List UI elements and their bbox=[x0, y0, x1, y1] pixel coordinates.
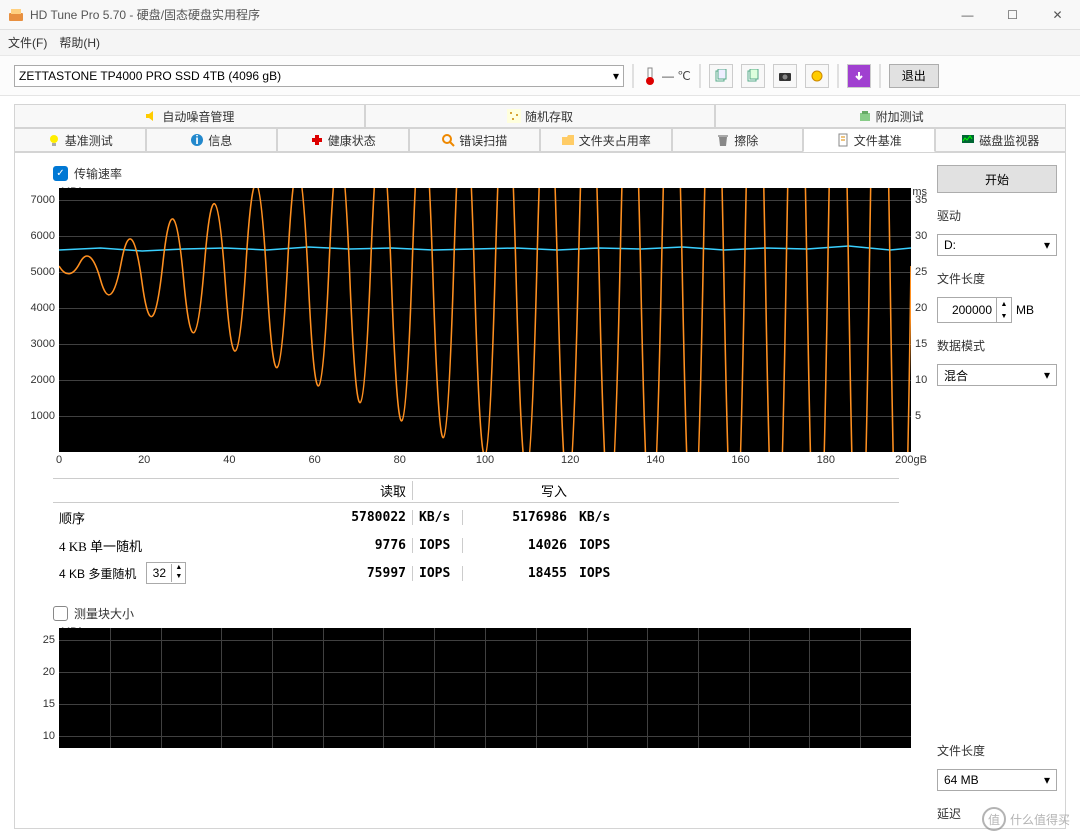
tab-erase[interactable]: 擦除 bbox=[672, 128, 804, 152]
filelen-spinner[interactable]: ▲▼ bbox=[937, 297, 1012, 323]
chevron-down-icon: ▾ bbox=[1044, 368, 1050, 382]
spin-down-icon[interactable]: ▼ bbox=[171, 573, 185, 582]
delay-label: 延迟 bbox=[937, 805, 1057, 822]
spin-down-icon[interactable]: ▼ bbox=[997, 310, 1011, 322]
info-icon: i bbox=[190, 133, 204, 147]
options-button[interactable] bbox=[805, 64, 829, 88]
temperature-display: — ℃ bbox=[642, 66, 691, 86]
window-title: HD Tune Pro 5.70 - 硬盘/固态硬盘实用程序 bbox=[30, 6, 945, 23]
monitor-icon bbox=[961, 133, 975, 147]
drive-label: 驱动 bbox=[937, 207, 1057, 224]
tab-file-benchmark[interactable]: 文件基准 bbox=[803, 128, 935, 152]
close-button[interactable]: ✕ bbox=[1035, 0, 1080, 29]
folder-icon bbox=[561, 133, 575, 147]
transfer-rate-checkbox[interactable]: ✓ bbox=[53, 166, 68, 181]
trash-icon bbox=[716, 133, 730, 147]
tab-extra[interactable]: 附加测试 bbox=[715, 104, 1066, 128]
datamode-label: 数据模式 bbox=[937, 337, 1057, 354]
thermometer-icon bbox=[642, 66, 658, 86]
filelen2-select[interactable]: 64 MB▾ bbox=[937, 769, 1057, 791]
health-icon bbox=[310, 133, 324, 147]
tab-info[interactable]: i信息 bbox=[146, 128, 278, 152]
chart-transfer-rate: MB/s ms 7000 6000 5000 4000 3000 2000 10… bbox=[23, 188, 929, 470]
start-button[interactable]: 开始 bbox=[937, 165, 1057, 193]
row-sequential: 顺序 5780022 KB/s 5176986 KB/s bbox=[53, 503, 899, 531]
tabs-top: 自动噪音管理 随机存取 附加测试 bbox=[14, 104, 1066, 128]
tab-noise[interactable]: 自动噪音管理 bbox=[14, 104, 365, 128]
spin-up-icon[interactable]: ▲ bbox=[997, 298, 1011, 310]
copy-info-button[interactable] bbox=[741, 64, 765, 88]
tab-random[interactable]: 随机存取 bbox=[365, 104, 716, 128]
tab-benchmark[interactable]: 基准测试 bbox=[14, 128, 146, 152]
search-icon bbox=[441, 133, 455, 147]
app-icon bbox=[8, 7, 24, 23]
datamode-select[interactable]: 混合▾ bbox=[937, 364, 1057, 386]
screenshot-button[interactable] bbox=[773, 64, 797, 88]
tab-folder[interactable]: 文件夹占用率 bbox=[540, 128, 672, 152]
drive-select[interactable]: ZETTASTONE TP4000 PRO SSD 4TB (4096 gB) … bbox=[14, 65, 624, 87]
speaker-icon bbox=[144, 109, 158, 123]
menu-file[interactable]: 文件(F) bbox=[8, 34, 47, 51]
temperature-value: — ℃ bbox=[662, 69, 691, 83]
block-size-checkbox[interactable] bbox=[53, 606, 68, 621]
chevron-down-icon: ▾ bbox=[613, 69, 619, 83]
minimize-button[interactable]: — bbox=[945, 0, 990, 29]
results-table: 读取 写入 顺序 5780022 KB/s 5176986 KB/s 4 KB … bbox=[53, 478, 899, 587]
file-icon bbox=[836, 133, 850, 147]
transfer-rate-checkbox-row: ✓ 传输速率 bbox=[53, 165, 929, 182]
col-read: 读取 bbox=[303, 481, 413, 500]
chart-lines bbox=[59, 188, 911, 452]
block-size-checkbox-row: 测量块大小 bbox=[53, 605, 929, 622]
transfer-rate-label: 传输速率 bbox=[74, 165, 122, 182]
tab-health[interactable]: 健康状态 bbox=[277, 128, 409, 152]
menu-help[interactable]: 帮助(H) bbox=[59, 34, 100, 51]
row-4k-single: 4 KB 单一随机 9776 IOPS 14026 IOPS bbox=[53, 531, 899, 559]
bulb-icon bbox=[47, 133, 61, 147]
tab-error[interactable]: 错误扫描 bbox=[409, 128, 541, 152]
block-size-label: 测量块大小 bbox=[74, 605, 134, 622]
row-4k-multi: 4 KB 多重随机 ▲▼ 75997 IOPS 18455 IOPS bbox=[53, 559, 899, 587]
save-button[interactable] bbox=[847, 64, 871, 88]
filelen-label: 文件长度 bbox=[937, 270, 1057, 287]
tabs-bottom: 基准测试 i信息 健康状态 错误扫描 文件夹占用率 擦除 文件基准 磁盘监视器 bbox=[14, 128, 1066, 152]
chart-block-size: MB/s read write 25 20 15 10 bbox=[23, 628, 929, 748]
exit-button[interactable]: 退出 bbox=[889, 64, 939, 88]
drive-letter-select[interactable]: D:▾ bbox=[937, 234, 1057, 256]
copy-text-button[interactable] bbox=[709, 64, 733, 88]
drive-select-value: ZETTASTONE TP4000 PRO SSD 4TB (4096 gB) bbox=[19, 69, 281, 83]
content-area: 自动噪音管理 随机存取 附加测试 基准测试 i信息 健康状态 错误扫描 文件夹占… bbox=[0, 96, 1080, 839]
col-write: 写入 bbox=[463, 481, 573, 500]
spin-up-icon[interactable]: ▲ bbox=[171, 564, 185, 573]
maximize-button[interactable]: ☐ bbox=[990, 0, 1035, 29]
toolbar: ZETTASTONE TP4000 PRO SSD 4TB (4096 gB) … bbox=[0, 56, 1080, 96]
svg-text:i: i bbox=[196, 133, 199, 147]
chevron-down-icon: ▾ bbox=[1044, 238, 1050, 252]
extra-icon bbox=[858, 109, 872, 123]
filelen-unit: MB bbox=[1016, 303, 1034, 317]
sidebar: 开始 驱动 D:▾ 文件长度 ▲▼ MB 数据模式 混合▾ 文件长度 64 MB… bbox=[937, 165, 1057, 822]
random-icon bbox=[507, 109, 521, 123]
tab-monitor[interactable]: 磁盘监视器 bbox=[935, 128, 1067, 152]
queue-depth-spinner[interactable]: ▲▼ bbox=[146, 562, 186, 584]
filelen2-label: 文件长度 bbox=[937, 742, 1057, 759]
main-panel: ✓ 传输速率 MB/s ms 7000 6000 5000 4000 3000 … bbox=[14, 152, 1066, 829]
chevron-down-icon: ▾ bbox=[1044, 773, 1050, 787]
menubar: 文件(F) 帮助(H) bbox=[0, 30, 1080, 56]
titlebar: HD Tune Pro 5.70 - 硬盘/固态硬盘实用程序 — ☐ ✕ bbox=[0, 0, 1080, 30]
